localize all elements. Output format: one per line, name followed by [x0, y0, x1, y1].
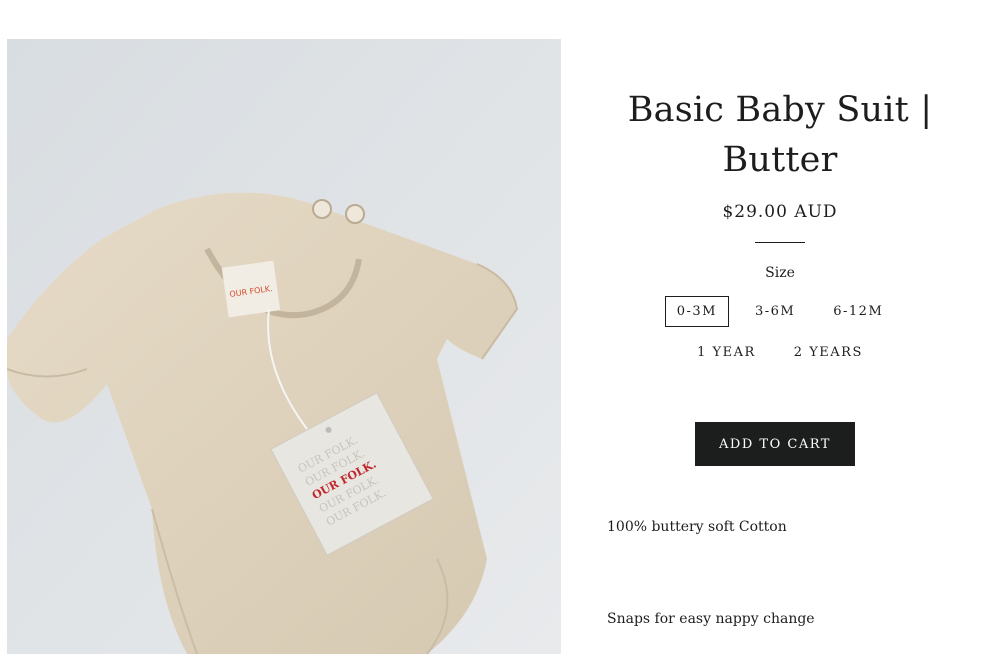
divider [755, 242, 805, 243]
add-to-cart-button[interactable]: ADD TO CART [695, 422, 855, 466]
description-line: 100% buttery soft Cotton [607, 519, 787, 535]
product-price: $29.00 AUD [722, 202, 838, 222]
product-image[interactable]: OUR FOLK. OUR FOLK. OUR FOLK. OUR FOLK. … [7, 39, 561, 654]
product-info: Basic Baby Suit | Butter $29.00 AUD Size… [600, 85, 960, 466]
baby-suit-photo: OUR FOLK. OUR FOLK. OUR FOLK. OUR FOLK. … [7, 39, 561, 654]
size-label: Size [765, 265, 795, 281]
size-option-0-3m[interactable]: 0-3M [664, 296, 729, 327]
description-line: Snaps for easy nappy change [607, 611, 815, 627]
size-option-1-year[interactable]: 1 YEAR [685, 337, 768, 368]
size-option-2-years[interactable]: 2 YEARS [782, 337, 875, 368]
size-option-6-12m[interactable]: 6-12M [821, 296, 895, 327]
size-option-3-6m[interactable]: 3-6M [743, 296, 807, 327]
product-title: Basic Baby Suit | Butter [627, 90, 933, 180]
size-options: 0-3M 3-6M 6-12M 1 YEAR 2 YEARS [600, 296, 960, 368]
